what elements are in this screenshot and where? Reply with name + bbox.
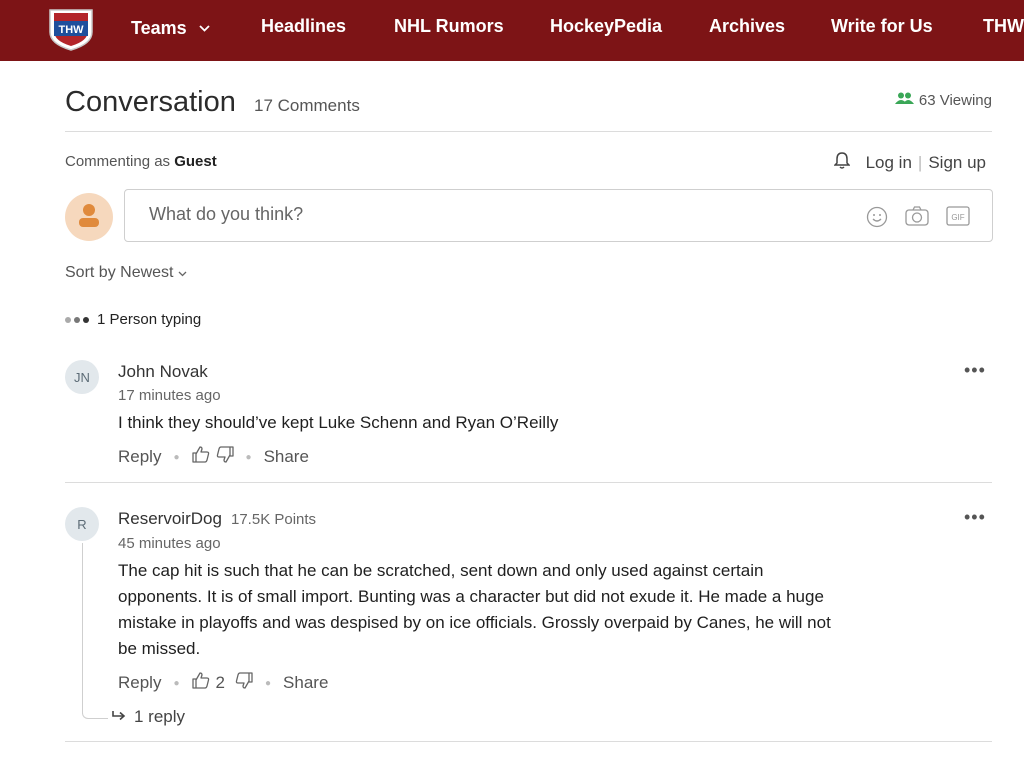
vote-controls: [191, 446, 234, 468]
nav-item-headlines[interactable]: Headlines: [261, 16, 346, 37]
signup-link[interactable]: Sign up: [928, 153, 986, 173]
more-options-icon[interactable]: •••: [964, 360, 986, 381]
comment-count: 17 Comments: [254, 96, 360, 115]
comment-text-line: opponents. It is of small import. Buntin…: [118, 587, 824, 606]
typing-indicator: 1 Person typing: [65, 311, 201, 328]
comment-author[interactable]: ReservoirDog: [118, 509, 222, 529]
viewing-count: 63 Viewing: [918, 92, 992, 109]
reply-button[interactable]: Reply: [118, 447, 161, 467]
reply-button[interactable]: Reply: [118, 673, 161, 693]
thread-line: [82, 543, 108, 719]
user-points-badge: 17.5K Points: [231, 511, 317, 528]
comment-author[interactable]: John Novak: [118, 362, 208, 382]
commenting-as-label: Commenting as: [65, 153, 171, 170]
thw-logo[interactable]: THW: [46, 4, 96, 52]
comment-actions: Reply ● ● Share: [118, 446, 309, 468]
gif-icon[interactable]: GIF: [946, 206, 970, 231]
comment-actions: Reply ● 2 ● Share: [118, 672, 328, 694]
users-icon: [894, 92, 914, 109]
comment-divider: [65, 741, 992, 742]
sort-dropdown[interactable]: Sort by Newest: [65, 264, 187, 282]
user-icon: [78, 203, 100, 232]
separator-dot: ●: [173, 451, 180, 463]
chevron-down-icon: [178, 264, 187, 281]
top-navigation-bar: THW Teams Headlines NHL Rumors HockeyPed…: [0, 0, 1024, 61]
thumbs-up-icon[interactable]: [191, 446, 210, 468]
reply-arrow-icon: [112, 707, 126, 727]
comment-text-line: mistake in playoffs and was despised by …: [118, 613, 831, 632]
login-link[interactable]: Log in: [866, 153, 912, 173]
thumbs-up-icon[interactable]: [191, 672, 210, 694]
comment-text: I think they should’ve kept Luke Schenn …: [118, 413, 559, 432]
commenting-as: Commenting as Guest: [65, 153, 217, 170]
avatar[interactable]: R: [65, 507, 99, 541]
svg-text:THW: THW: [58, 24, 84, 36]
emoji-icon[interactable]: [866, 206, 888, 233]
thumbs-down-icon[interactable]: [235, 672, 253, 694]
share-button[interactable]: Share: [283, 673, 328, 693]
comment-timestamp[interactable]: 17 minutes ago: [118, 387, 221, 404]
divider: |: [917, 152, 923, 172]
nav-item-thw[interactable]: THW: [983, 16, 1024, 37]
guest-avatar: [65, 193, 113, 241]
header-divider: [65, 131, 992, 132]
nav-item-teams[interactable]: Teams: [131, 16, 210, 39]
separator-dot: ●: [264, 677, 272, 689]
comment-timestamp[interactable]: 45 minutes ago: [118, 535, 221, 552]
camera-icon[interactable]: [905, 206, 929, 231]
comment-text-line: be missed.: [118, 639, 201, 658]
comment-input[interactable]: [149, 204, 749, 225]
vote-controls: 2: [191, 672, 253, 694]
current-user-name: Guest: [174, 153, 217, 170]
comment-text: The cap hit is such that he can be scrat…: [118, 558, 958, 662]
conversation-title: Conversation: [65, 86, 236, 118]
more-options-icon[interactable]: •••: [964, 507, 986, 528]
separator-dot: ●: [173, 677, 180, 689]
comment-text-line: The cap hit is such that he can be scrat…: [118, 561, 764, 580]
comment-divider: [65, 482, 992, 483]
nav-item-label: Teams: [131, 18, 187, 38]
share-button[interactable]: Share: [264, 447, 309, 467]
sort-label: Sort by Newest: [65, 264, 174, 281]
typing-label: 1 Person typing: [97, 311, 202, 328]
replies-count: 1 reply: [134, 707, 186, 726]
separator-dot: ●: [245, 451, 252, 463]
avatar[interactable]: JN: [65, 360, 99, 394]
nav-item-write-for-us[interactable]: Write for Us: [831, 16, 933, 37]
like-count: 2: [215, 673, 225, 692]
bell-icon[interactable]: [832, 151, 851, 174]
nav-item-nhl-rumors[interactable]: NHL Rumors: [394, 16, 504, 37]
typing-dots-icon: [65, 316, 89, 323]
nav-item-hockeypedia[interactable]: HockeyPedia: [550, 16, 662, 37]
comment-composer[interactable]: GIF: [124, 189, 993, 242]
auth-links: Log in | Sign up: [832, 151, 986, 174]
viewing-indicator: 63 Viewing: [894, 92, 992, 109]
svg-text:GIF: GIF: [951, 213, 964, 222]
chevron-down-icon: [199, 16, 210, 37]
thumbs-down-icon[interactable]: [216, 446, 234, 468]
view-replies-button[interactable]: 1 reply: [112, 707, 185, 727]
nav-item-archives[interactable]: Archives: [709, 16, 785, 37]
